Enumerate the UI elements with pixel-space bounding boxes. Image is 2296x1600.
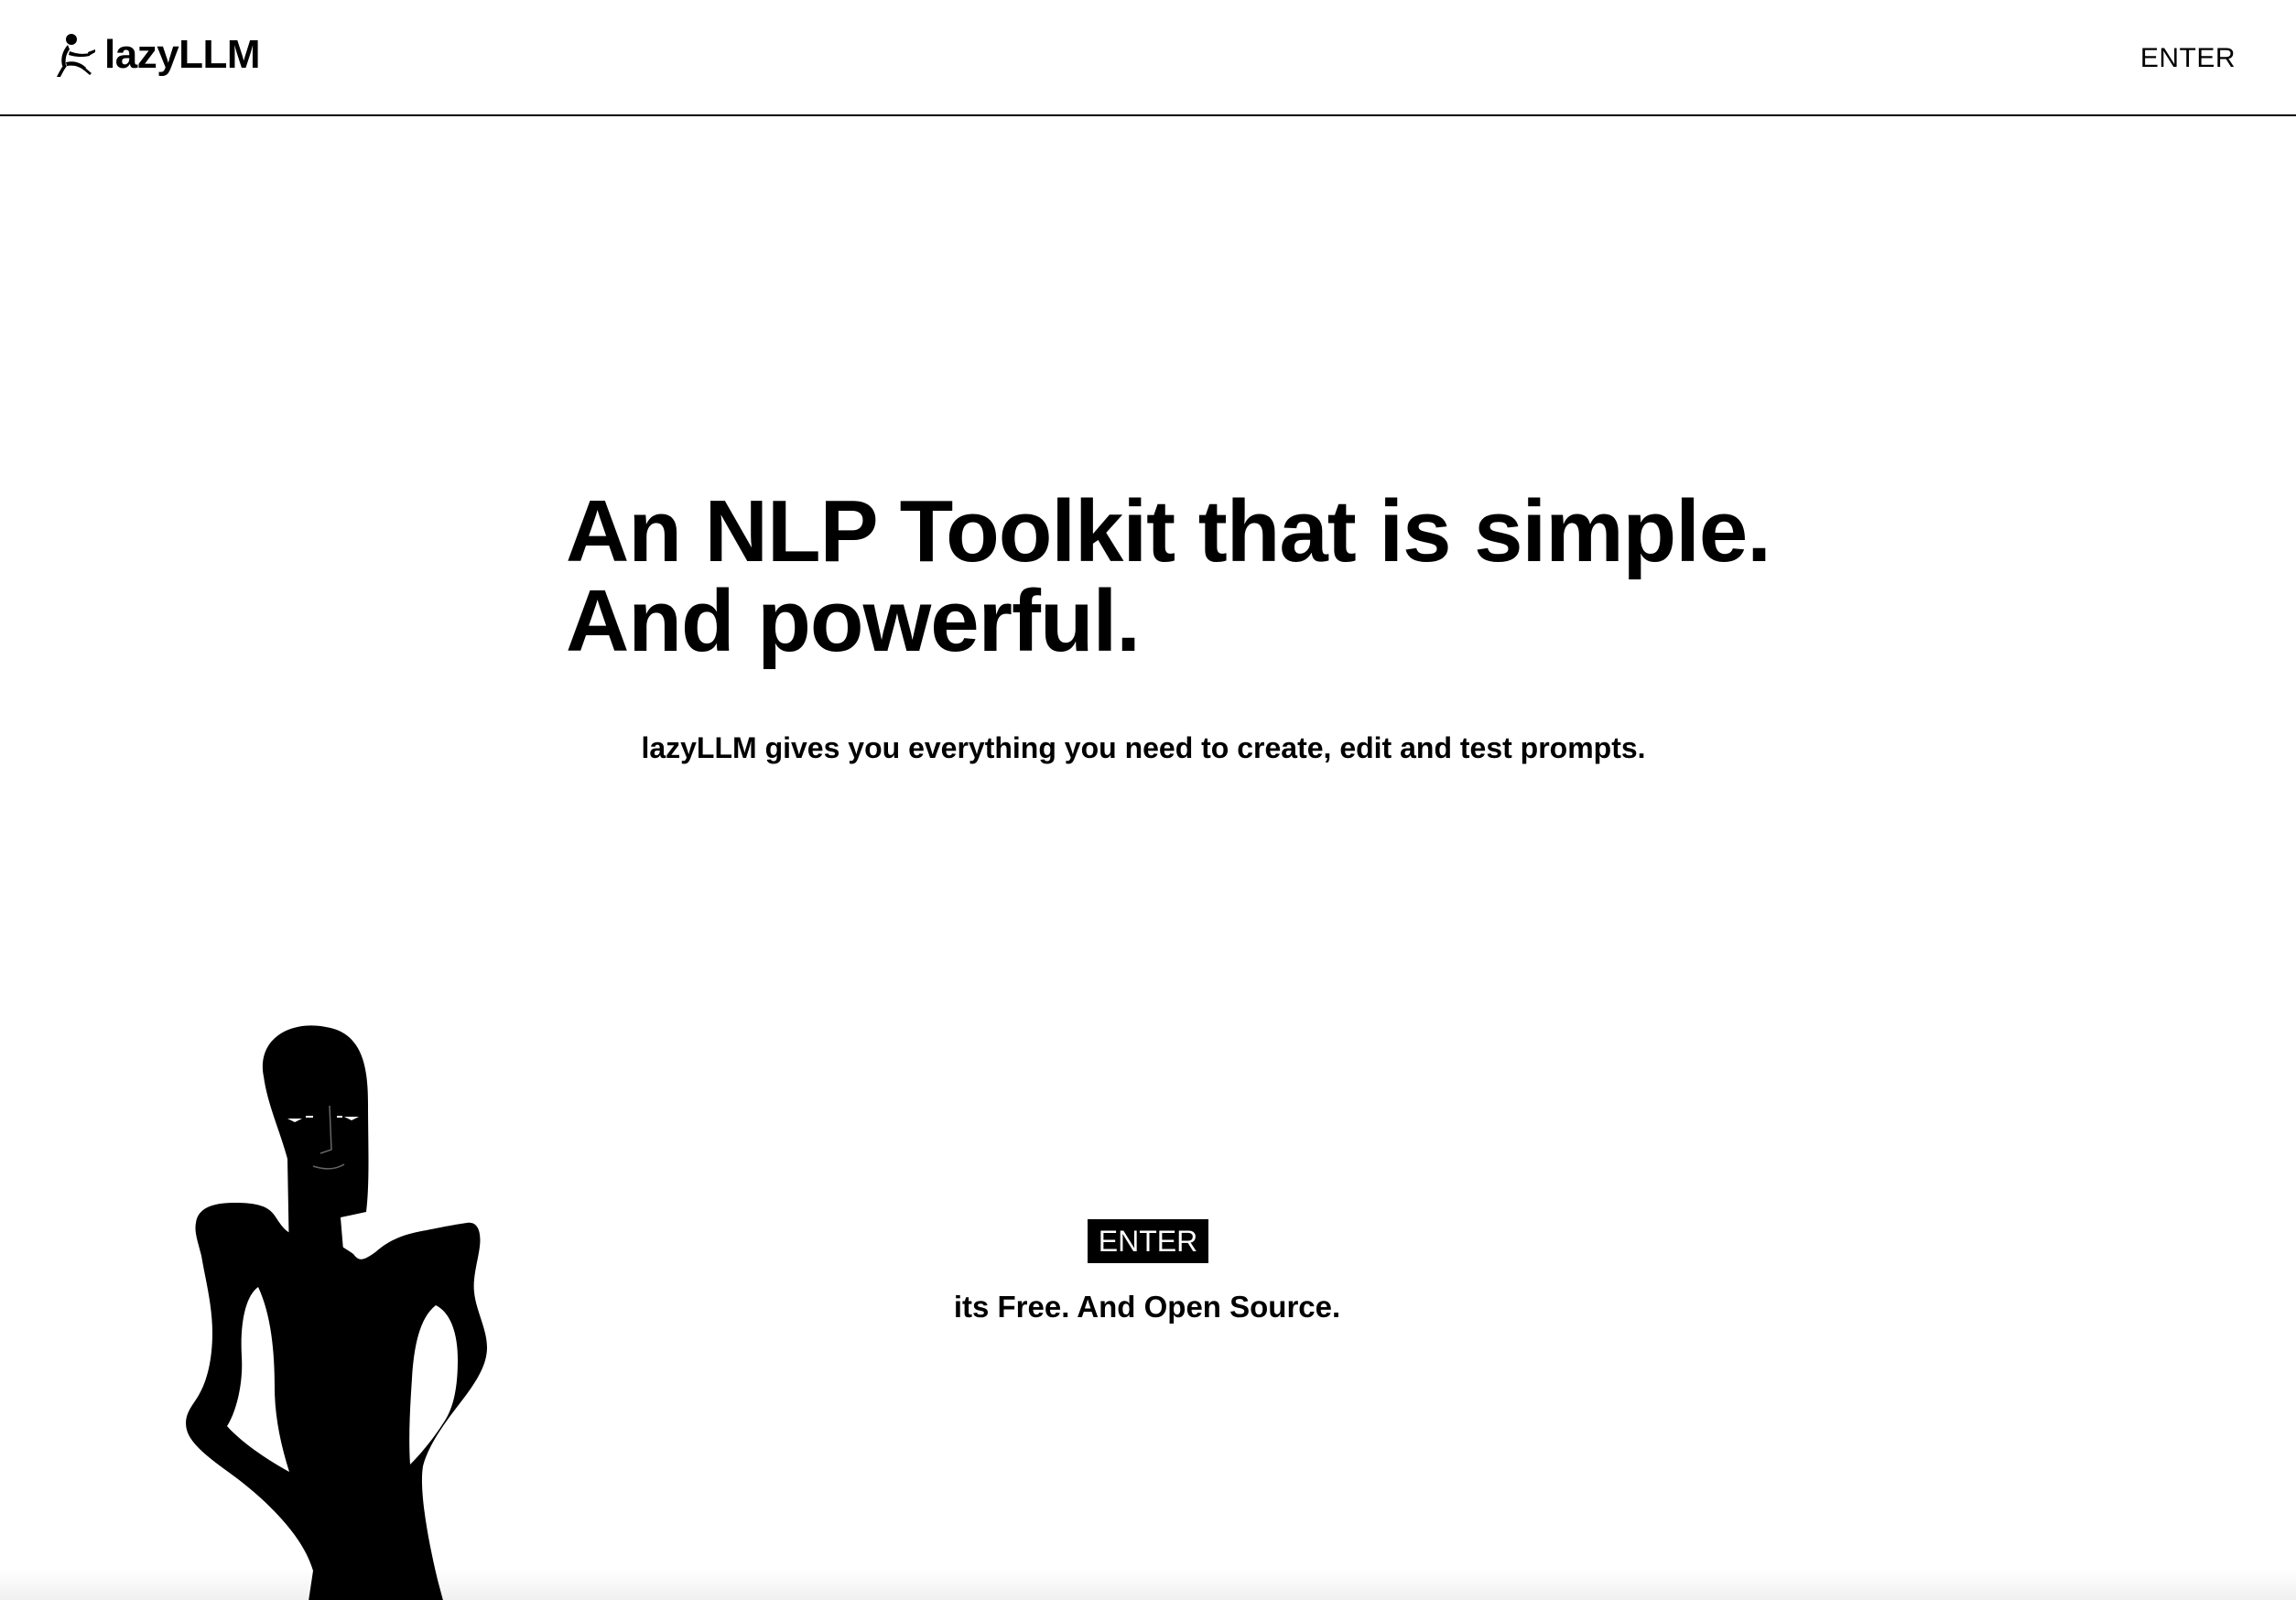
hero-title-line-1: An NLP Toolkit that is simple. [566,482,1771,580]
enter-button[interactable]: ENTER [1088,1219,1208,1263]
hero-subtitle: lazyLLM gives you everything you need to… [641,731,1646,764]
brand-name: lazyLLM [104,32,261,77]
lounging-figure-logo-icon [57,34,95,77]
top-nav-bar: lazyLLM ENTER [0,0,2296,116]
hero-title: An NLP Toolkit that is simple. And power… [566,487,1847,666]
bottom-shadow-divider [0,1569,2296,1600]
free-open-source-note: its Free. And Open Source. [953,1290,1341,1324]
brand-home-link[interactable]: lazyLLM [53,29,261,81]
hero-title-line-2: And powerful. [566,572,1141,670]
nav-enter-link[interactable]: ENTER [2140,40,2236,77]
landing-page: lazyLLM ENTER An NLP Toolkit that is sim… [0,0,2296,1600]
